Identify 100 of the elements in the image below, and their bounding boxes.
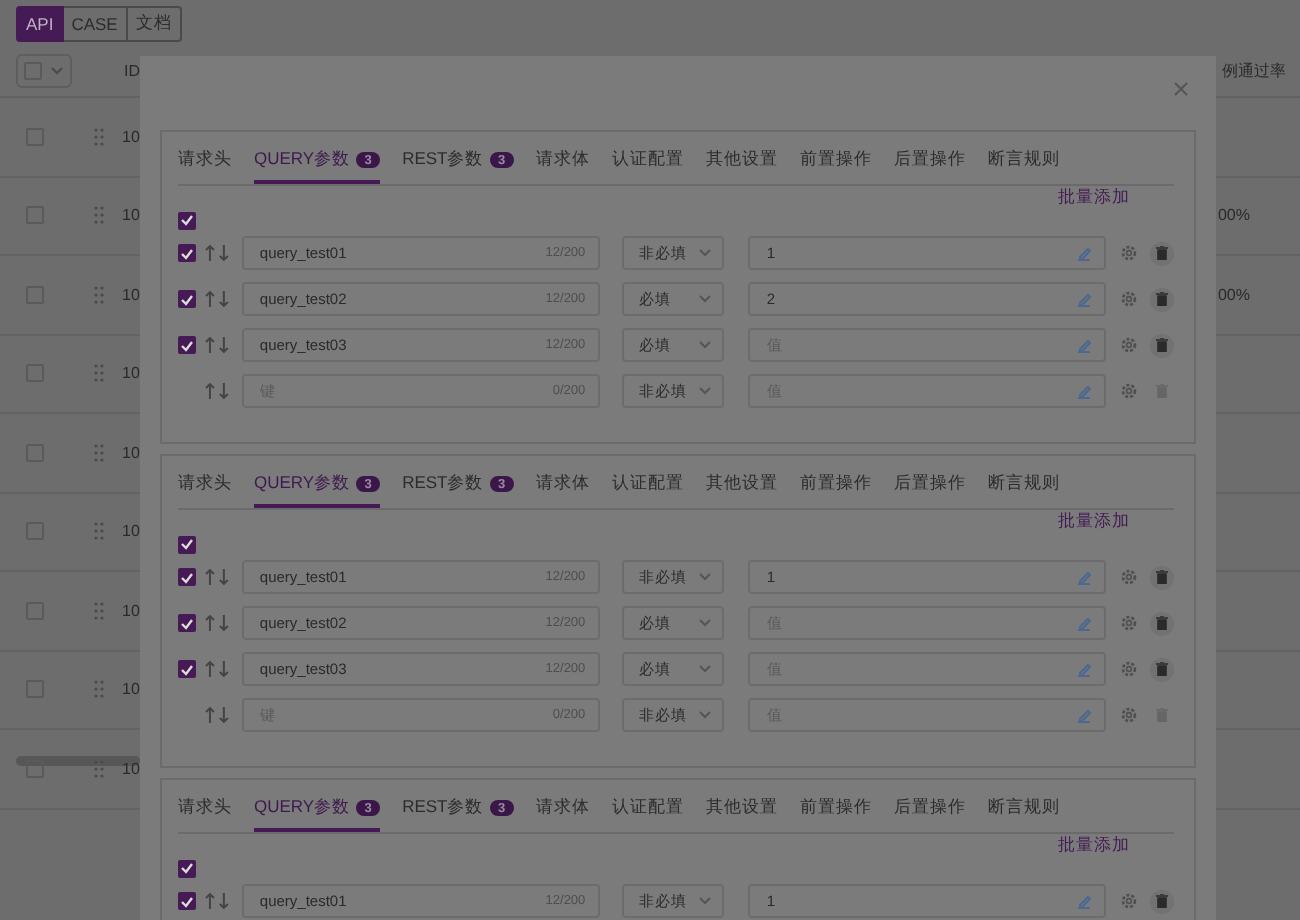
panel-tab[interactable]: 请求头: [178, 464, 232, 508]
table-cell: 10: [122, 206, 140, 225]
panel-tab[interactable]: 其他设置: [705, 140, 778, 184]
edit-icon[interactable]: [1076, 661, 1093, 677]
panel-tab[interactable]: 后置操作: [893, 140, 966, 184]
table-cell: 10: [122, 443, 140, 462]
edit-icon[interactable]: [1076, 245, 1093, 261]
caret-icon: [698, 386, 713, 396]
delete-button[interactable]: [1150, 889, 1174, 913]
panel-tab[interactable]: 请求体: [535, 464, 590, 508]
delete-button[interactable]: [1150, 611, 1174, 635]
sort-arrows-icon[interactable]: [204, 244, 230, 262]
panel-tab[interactable]: 前置操作: [799, 140, 872, 184]
trash-icon: [1156, 292, 1169, 306]
settings-icon[interactable]: [1120, 244, 1139, 262]
delete-button[interactable]: [1150, 565, 1174, 589]
param-checkbox[interactable]: [178, 336, 196, 354]
drag-handle-icon[interactable]: [94, 206, 104, 225]
drag-handle-icon[interactable]: [94, 364, 104, 383]
param-checkbox[interactable]: [178, 290, 196, 308]
panel-tab[interactable]: 请求体: [535, 788, 590, 832]
sort-arrows-icon[interactable]: [203, 382, 230, 400]
panel-tab[interactable]: 请求体: [535, 140, 590, 184]
select-all-checkbox[interactable]: [178, 211, 196, 229]
sort-arrows-icon[interactable]: [204, 290, 230, 308]
panel-tab[interactable]: 前置操作: [799, 788, 872, 832]
settings-icon[interactable]: [1120, 382, 1139, 400]
panel-tab[interactable]: 断言规则: [987, 464, 1060, 508]
sort-arrows-icon[interactable]: [204, 568, 230, 586]
select-all-checkbox[interactable]: [178, 535, 196, 553]
table-cell: 10: [122, 601, 140, 620]
close-icon[interactable]: [1172, 80, 1190, 98]
edit-icon[interactable]: [1076, 569, 1093, 585]
settings-icon[interactable]: [1120, 614, 1139, 632]
select-all-checkbox[interactable]: [178, 859, 196, 877]
delete-button[interactable]: [1150, 333, 1174, 357]
table-cell: 10: [122, 759, 140, 778]
panel-tab[interactable]: 断言规则: [987, 140, 1060, 184]
table-cell: 10: [122, 680, 140, 699]
param-checkbox[interactable]: [178, 568, 196, 586]
view-tab[interactable]: 文档: [127, 6, 182, 42]
drag-handle-icon[interactable]: [94, 285, 104, 304]
caret-icon: [698, 248, 713, 258]
view-tab[interactable]: API: [16, 6, 64, 42]
table-cell: 00%: [1217, 206, 1250, 225]
batch-add-link[interactable]: 批量添加: [1058, 186, 1130, 210]
settings-icon[interactable]: [1120, 336, 1139, 354]
sort-arrows-icon[interactable]: [204, 892, 230, 910]
edit-icon[interactable]: [1076, 615, 1093, 631]
edit-icon[interactable]: [1076, 291, 1093, 307]
drag-handle-icon[interactable]: [94, 443, 104, 462]
edit-icon[interactable]: [1076, 383, 1093, 399]
panel-tab[interactable]: 前置操作: [799, 464, 872, 508]
edit-icon[interactable]: [1076, 707, 1093, 723]
drag-handle-icon[interactable]: [94, 601, 104, 620]
view-tab[interactable]: CASE: [63, 6, 128, 42]
panel-tab[interactable]: 认证配置: [611, 788, 684, 832]
panel-tab[interactable]: 请求头: [178, 140, 232, 184]
caret-icon: [698, 294, 713, 304]
panel-tab[interactable]: 认证配置: [611, 464, 684, 508]
settings-icon[interactable]: [1120, 660, 1139, 678]
param-checkbox[interactable]: [178, 244, 196, 262]
settings-icon[interactable]: [1120, 290, 1139, 308]
settings-icon[interactable]: [1120, 568, 1139, 586]
column-header: ID: [124, 61, 140, 79]
caret-icon: [698, 340, 713, 350]
panel-tab[interactable]: 其他设置: [705, 788, 778, 832]
sort-arrows-icon[interactable]: [204, 336, 230, 354]
panel-tab[interactable]: 断言规则: [987, 788, 1060, 832]
panel-tab[interactable]: 其他设置: [705, 464, 778, 508]
sort-arrows-icon[interactable]: [204, 660, 230, 678]
select-all-dropdown[interactable]: [16, 53, 72, 87]
panel-tab[interactable]: 请求头: [178, 788, 232, 832]
table-cell: 10: [122, 364, 140, 383]
delete-button[interactable]: [1150, 241, 1174, 265]
trash-icon: [1156, 570, 1169, 584]
panel-tab[interactable]: 后置操作: [893, 788, 966, 832]
scrollbar-thumb[interactable]: [16, 755, 140, 765]
sort-arrows-icon[interactable]: [204, 614, 230, 632]
delete-button[interactable]: [1150, 287, 1174, 311]
param-checkbox[interactable]: [178, 892, 196, 910]
column-header: 例通过率: [1222, 59, 1286, 81]
edit-icon[interactable]: [1076, 893, 1093, 909]
batch-add-link[interactable]: 批量添加: [1058, 510, 1130, 534]
delete-button[interactable]: [1150, 657, 1174, 681]
param-checkbox[interactable]: [178, 614, 196, 632]
edit-icon[interactable]: [1076, 337, 1093, 353]
sort-arrows-icon[interactable]: [203, 706, 230, 724]
trash-icon: [1156, 662, 1169, 676]
settings-icon[interactable]: [1120, 892, 1139, 910]
drag-handle-icon[interactable]: [94, 680, 104, 699]
settings-icon[interactable]: [1120, 706, 1139, 724]
drag-handle-icon[interactable]: [94, 522, 104, 541]
panel-tab[interactable]: 后置操作: [893, 464, 966, 508]
table-cell: 10: [122, 285, 140, 304]
panel-tab[interactable]: 认证配置: [611, 140, 684, 184]
caret-icon: [698, 572, 713, 582]
param-checkbox[interactable]: [178, 660, 196, 678]
drag-handle-icon[interactable]: [94, 127, 104, 146]
batch-add-link[interactable]: 批量添加: [1058, 834, 1130, 858]
